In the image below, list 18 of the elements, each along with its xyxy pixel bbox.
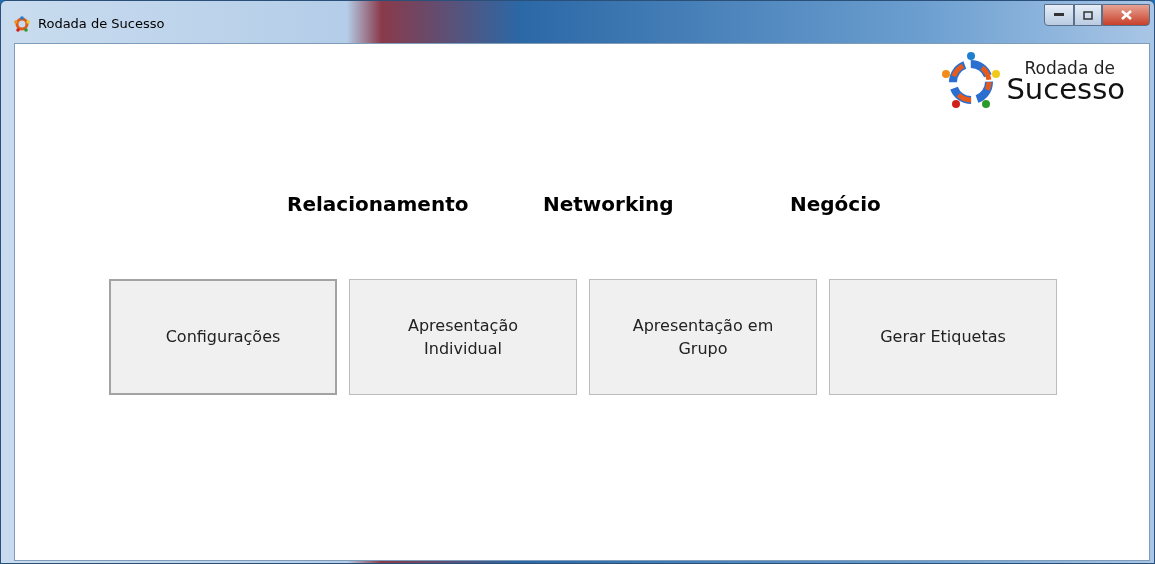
close-button[interactable] bbox=[1102, 4, 1150, 26]
section-heading: Networking bbox=[543, 192, 675, 216]
logo-text: Rodada de bbox=[1024, 60, 1115, 78]
minimize-button[interactable] bbox=[1044, 4, 1074, 26]
menu-button[interactable]: Apresentação Individual bbox=[349, 279, 577, 395]
section-heading: Negócio bbox=[790, 192, 881, 216]
menu-button[interactable]: Gerar Etiquetas bbox=[829, 279, 1057, 395]
logo-text: Sucesso bbox=[1006, 77, 1125, 102]
window-title: Rodada de Sucesso bbox=[38, 16, 165, 31]
app-logo-icon bbox=[14, 16, 30, 32]
menu-button[interactable]: Configurações bbox=[109, 279, 337, 395]
maximize-icon bbox=[1083, 10, 1093, 20]
maximize-button[interactable] bbox=[1074, 4, 1102, 26]
close-icon bbox=[1120, 10, 1132, 20]
minimize-icon bbox=[1054, 13, 1064, 17]
people-circle-logo-icon bbox=[940, 52, 1003, 110]
menu-button[interactable]: Apresentação em Grupo bbox=[589, 279, 817, 395]
section-heading: Relacionamento bbox=[287, 192, 470, 216]
